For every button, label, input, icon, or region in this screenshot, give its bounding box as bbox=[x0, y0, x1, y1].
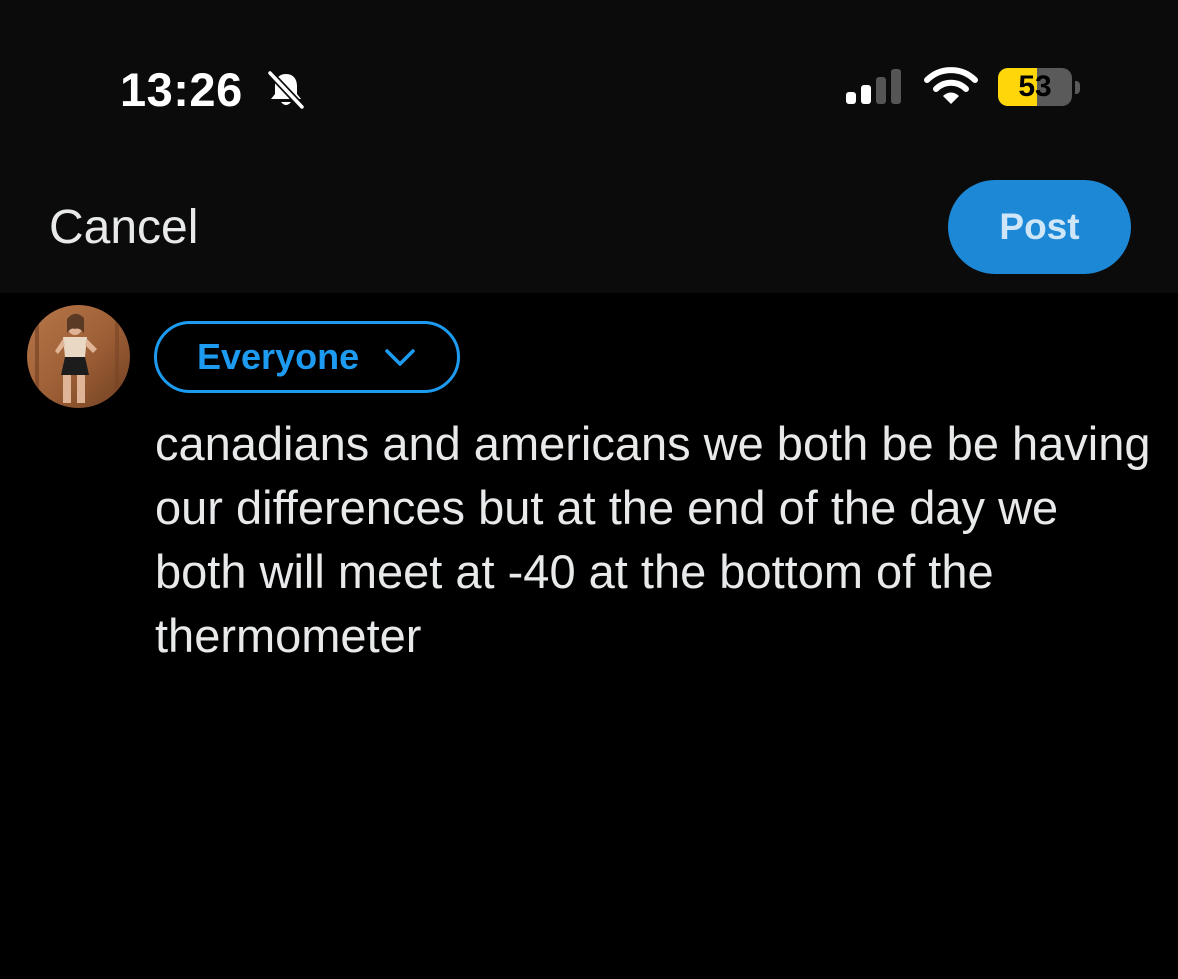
battery-icon: 53 bbox=[998, 68, 1080, 108]
cellular-signal-icon bbox=[846, 69, 901, 104]
audience-selector[interactable]: Everyone bbox=[154, 321, 460, 393]
top-bar: 13:26 53 Cancel Post bbox=[0, 0, 1178, 293]
cancel-button[interactable]: Cancel bbox=[49, 200, 198, 256]
audience-label: Everyone bbox=[197, 336, 360, 377]
chevron-down-icon bbox=[385, 349, 415, 366]
post-text-input[interactable]: canadians and americans we both be be ha… bbox=[155, 412, 1155, 668]
avatar[interactable] bbox=[27, 305, 130, 408]
status-time: 13:26 bbox=[120, 63, 243, 116]
post-button[interactable]: Post bbox=[948, 180, 1131, 274]
battery-level: 53 bbox=[1018, 70, 1052, 103]
bell-slash-icon bbox=[266, 69, 306, 111]
wifi-icon bbox=[924, 67, 978, 104]
